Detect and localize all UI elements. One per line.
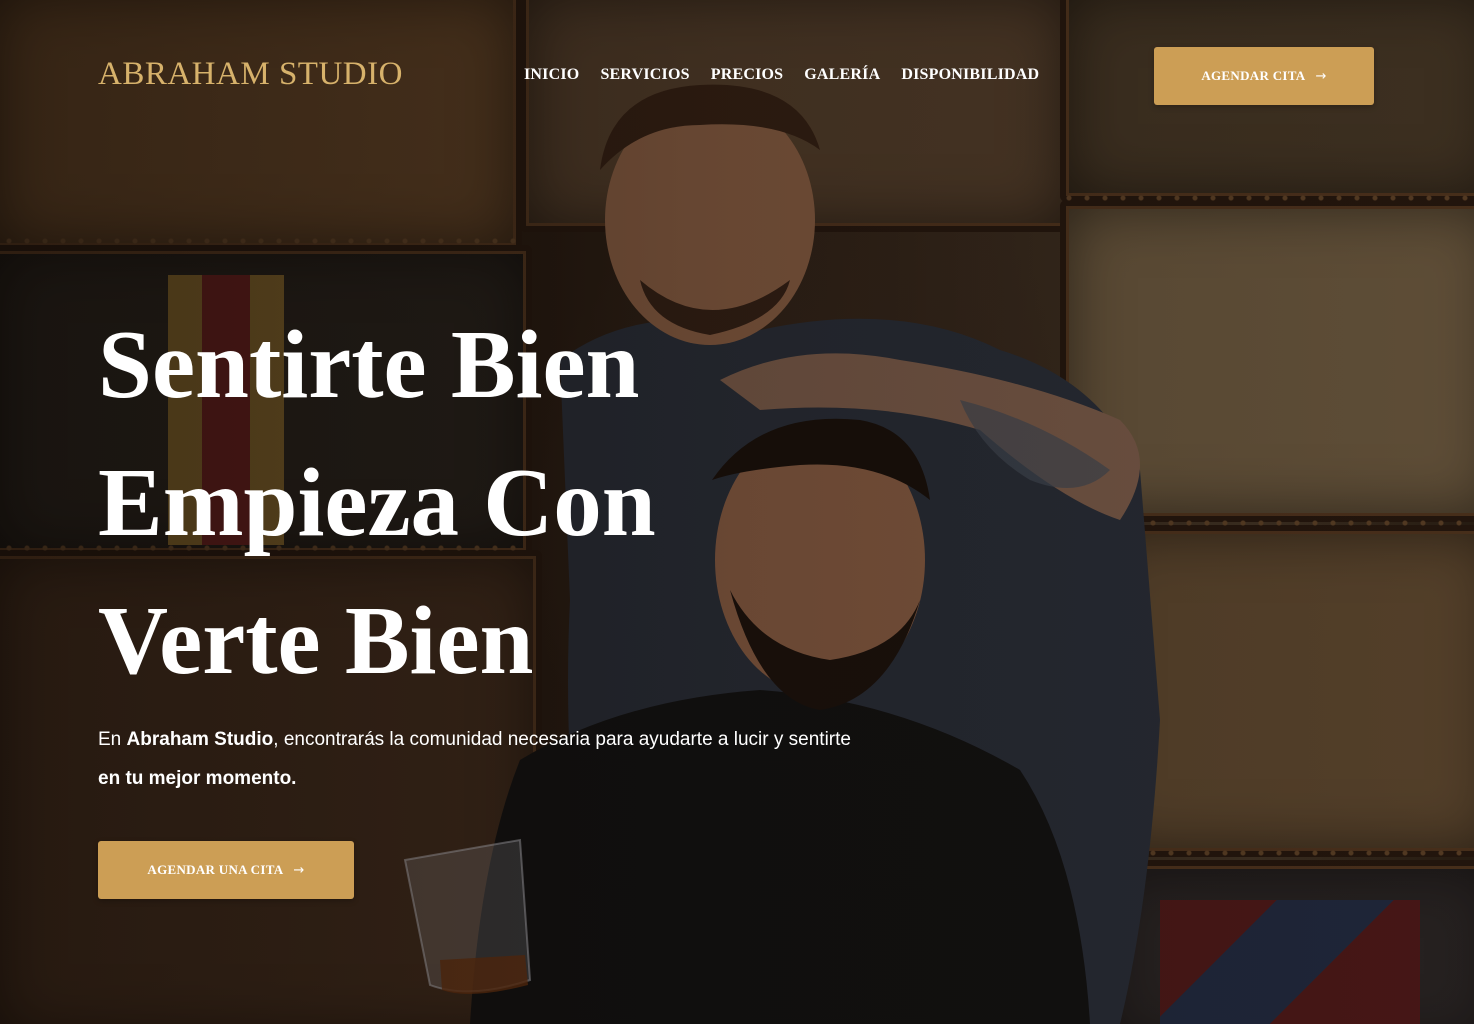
nav-item-disponibilidad[interactable]: DISPONIBILIDAD — [901, 66, 1039, 84]
hero-headline-line-1: Sentirte Bien — [98, 311, 640, 418]
nav-item-servicios[interactable]: SERVICIOS — [600, 66, 689, 84]
agendar-una-cita-button[interactable]: AGENDAR UNA CITA → — [98, 841, 354, 899]
intro-text-part-2: , encontrarás la comunidad necesaria par… — [273, 729, 851, 750]
agendar-una-cita-label: AGENDAR UNA CITA — [147, 862, 284, 877]
brand-logo[interactable]: ABRAHAM STUDIO — [98, 56, 403, 93]
hero-headline-line-3: Verte Bien — [98, 587, 534, 694]
hero-intro-text: En Abraham Studio, encontrarás la comuni… — [98, 720, 858, 798]
hero-headline-line-2: Empieza Con — [98, 449, 656, 556]
intro-brand-name: Abraham Studio — [126, 729, 274, 750]
nav-item-inicio[interactable]: INICIO — [524, 66, 579, 84]
arrow-right-icon: → — [293, 862, 305, 878]
main-nav: INICIO SERVICIOS PRECIOS GALERÍA DISPONI… — [524, 66, 1039, 84]
nav-item-galeria[interactable]: GALERÍA — [804, 66, 880, 84]
intro-text-part-1: En — [98, 729, 127, 750]
intro-emphasis: en tu mejor momento. — [98, 768, 297, 789]
agendar-cita-button[interactable]: AGENDAR CITA → — [1154, 47, 1374, 105]
arrow-right-icon: → — [1315, 68, 1327, 84]
hero-headline: Sentirte Bien Empieza Con Verte Bien — [98, 296, 858, 710]
agendar-cita-label: AGENDAR CITA — [1201, 68, 1306, 83]
nav-item-precios[interactable]: PRECIOS — [711, 66, 784, 84]
